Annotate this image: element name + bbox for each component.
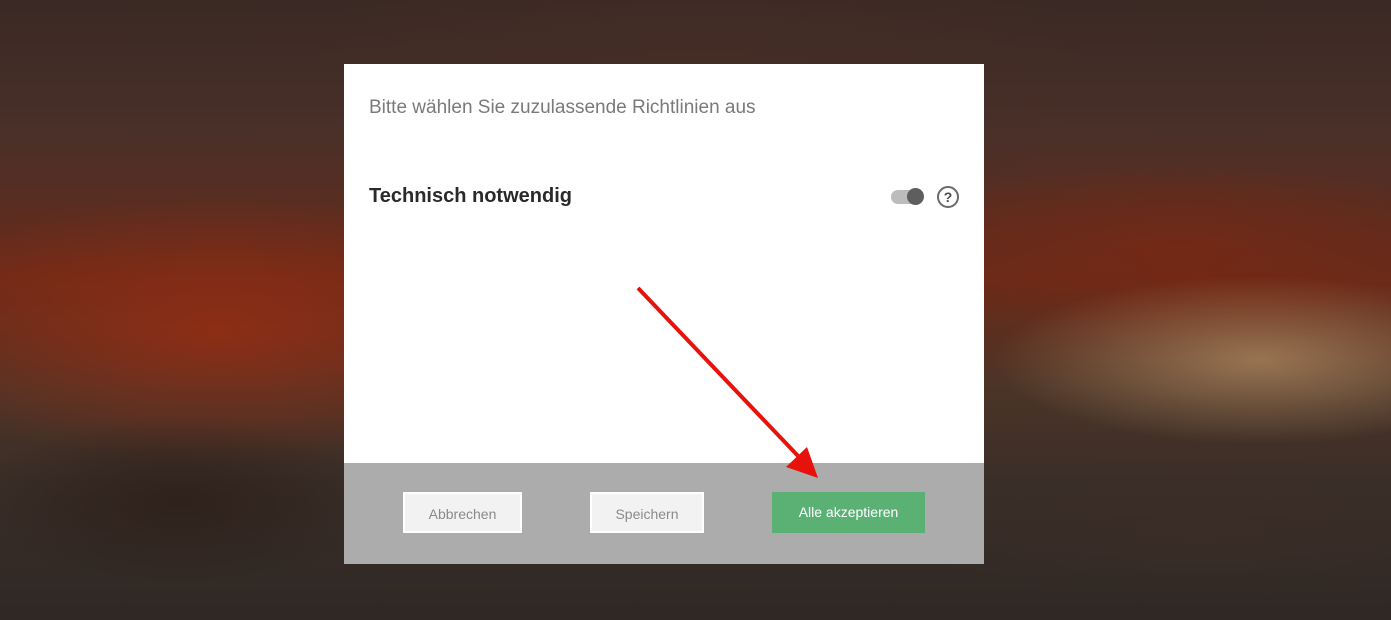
dialog-footer: Abbrechen Speichern Alle akzeptieren (344, 463, 984, 564)
policy-label: Technisch notwendig (369, 185, 572, 207)
dialog-title: Bitte wählen Sie zuzulassende Richtlinie… (369, 97, 756, 118)
policy-row-technical: Technisch notwendig ? (369, 182, 959, 212)
accept-all-button[interactable]: Alle akzeptieren (772, 492, 925, 533)
toggle-knob (907, 188, 924, 205)
cancel-button[interactable]: Abbrechen (403, 492, 522, 533)
cookie-policy-dialog: Bitte wählen Sie zuzulassende Richtlinie… (344, 64, 984, 564)
question-circle-icon[interactable]: ? (937, 186, 959, 208)
policy-toggle[interactable] (891, 188, 924, 205)
save-button[interactable]: Speichern (590, 492, 704, 533)
